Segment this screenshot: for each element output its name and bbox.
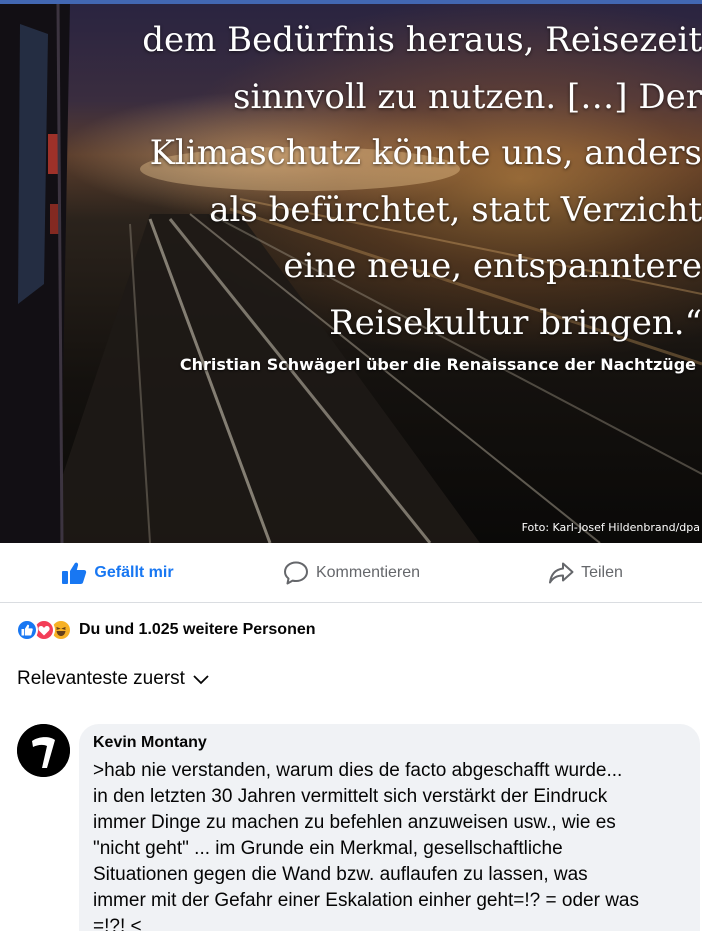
quote-text: dem Bedürfnis heraus, Reisezeit sinnvoll…: [142, 12, 702, 351]
share-button-label: Teilen: [581, 563, 623, 581]
reactions-count-text: Du und 1.025 weitere Personen: [79, 621, 316, 638]
quote-line: dem Bedürfnis heraus, Reisezeit: [142, 20, 702, 60]
quote-line: als befürchtet, statt Verzicht: [209, 189, 702, 230]
post-action-bar: Gefällt mir Kommentieren Teilen: [0, 543, 702, 603]
comment-author-name[interactable]: Kevin Montany: [93, 734, 686, 752]
quote-line: eine neue, entspanntere: [283, 246, 702, 286]
thumbs-up-icon: [60, 560, 88, 586]
comment-sort-label: Relevanteste zuerst: [17, 668, 185, 689]
quote-line: Klimaschutz könnte uns, anders: [149, 133, 702, 173]
photo-credit: Foto: Karl-Josef Hildenbrand/dpa: [521, 521, 700, 534]
avatar[interactable]: [17, 724, 70, 777]
like-button-label: Gefällt mir: [94, 563, 174, 581]
comment-button-label: Kommentieren: [315, 563, 421, 581]
share-icon: [547, 560, 575, 586]
quote-line: Reisekultur bringen.“: [329, 302, 702, 343]
share-button[interactable]: Teilen: [468, 560, 702, 586]
comment-text: >hab nie verstanden, warum dies de facto…: [93, 760, 639, 931]
comment-button[interactable]: Kommentieren: [234, 560, 468, 586]
comment-bubble: Kevin Montany >hab nie verstanden, warum…: [79, 724, 700, 931]
post-image[interactable]: dem Bedürfnis heraus, Reisezeit sinnvoll…: [0, 4, 702, 543]
reactions-summary[interactable]: Du und 1.025 weitere Personen: [16, 617, 316, 643]
chevron-down-icon: [193, 675, 209, 685]
quote-attribution: Christian Schwägerl über die Renaissance…: [179, 355, 696, 374]
like-button[interactable]: Gefällt mir: [0, 560, 234, 586]
quote-line: sinnvoll zu nutzen. […] Der: [233, 76, 702, 117]
like-icon: [16, 619, 38, 641]
comment-icon: [282, 560, 310, 586]
reaction-icons: [16, 619, 72, 641]
comment-sort-dropdown[interactable]: Relevanteste zuerst: [17, 668, 211, 690]
